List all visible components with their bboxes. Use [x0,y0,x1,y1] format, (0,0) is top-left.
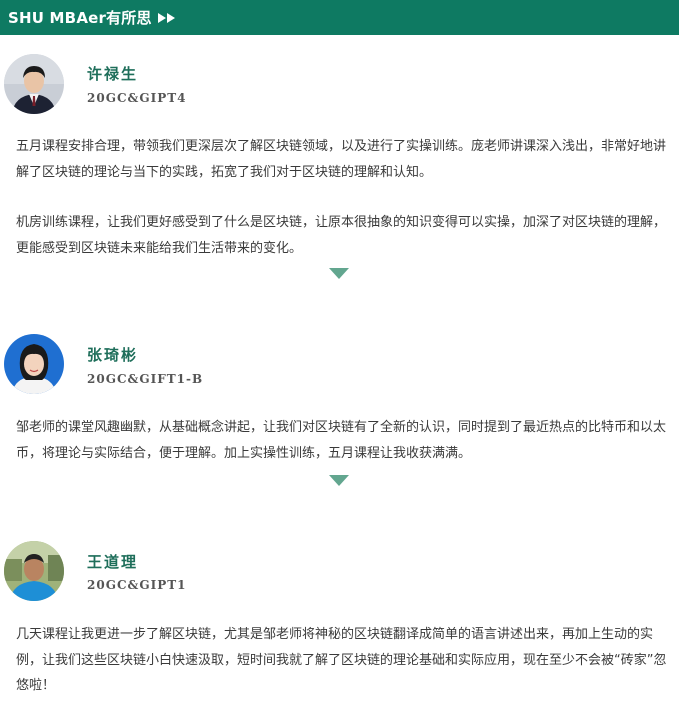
avatar-woman-blue-background-photo-icon [4,334,64,394]
double-play-icon [157,12,175,23]
section-title: SHU MBAer有所思 [8,9,152,27]
person-name: 张琦彬 [87,346,139,364]
person-class: 20GC&GIFT1-B [87,372,204,386]
testimonial-paragraph: 几天课程让我更进一步了解区块链，尤其是邹老师将神秘的区块链翻译成简单的语言讲述出… [16,627,667,693]
avatar [4,541,64,601]
avatar [4,54,64,114]
person-name: 王道理 [87,553,139,571]
person-class: 20GC&GIPT1 [87,578,187,592]
triangle-down-icon [329,268,349,279]
person-class: 20GC&GIPT4 [87,91,187,105]
testimonial-paragraph: 机房训练课程，让我们更好感受到了什么是区块链，让原本很抽象的知识变得可以实操，加… [16,215,667,256]
avatar-man-blue-shirt-photo-icon [4,541,64,601]
avatar [4,334,64,394]
person-name: 许禄生 [87,65,139,83]
testimonial-paragraph: 邹老师的课堂风趣幽默，从基础概念讲起，让我们对区块链有了全新的认识，同时提到了最… [16,420,667,461]
section-header: SHU MBAer有所思 [0,0,679,35]
avatar-man-suit-photo-icon [4,54,64,114]
testimonial-paragraph: 五月课程安排合理，带领我们更深层次了解区块链领域，以及进行了实操训练。庞老师讲课… [16,139,667,180]
triangle-down-icon [329,475,349,486]
